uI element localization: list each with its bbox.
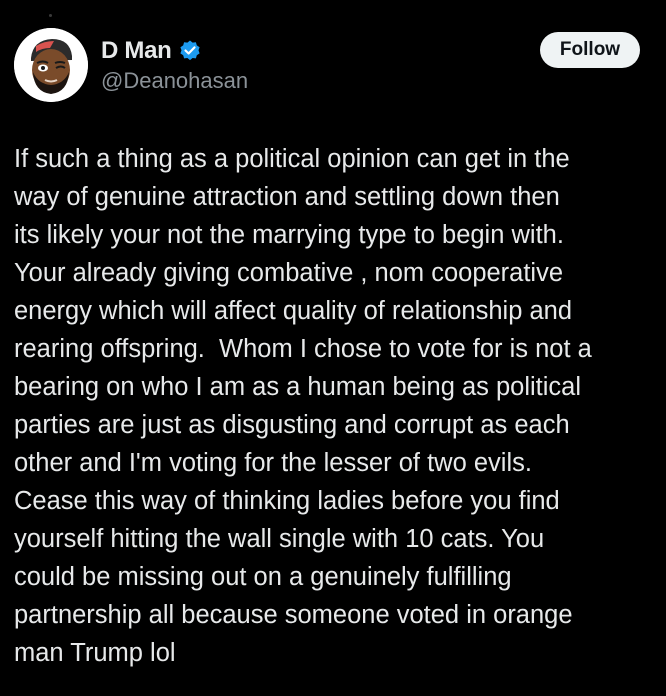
profile-avatar-bearded-man-icon	[14, 28, 88, 102]
scroll-indicator-dot	[49, 14, 52, 17]
verified-badge-icon	[178, 39, 202, 63]
name-row: D Man	[101, 36, 248, 66]
tweet-line: other and I'm voting for the lesser of t…	[14, 449, 532, 477]
author-block: D Man @Deanohasan	[101, 36, 248, 94]
tweet-line: yourself hitting the wall single with 10…	[14, 525, 545, 553]
tweet-line: parties are just as disgusting and corru…	[14, 411, 570, 439]
tweet-line: Your already giving combative , nom coop…	[14, 259, 564, 287]
tweet-line: rearing offspring. Whom I chose to vote …	[14, 335, 592, 363]
tweet-line: its likely your not the marrying type to…	[14, 221, 564, 249]
tweet-line: way of genuine attraction and settling d…	[14, 183, 560, 211]
tweet-header: D Man @Deanohasan Follow	[0, 18, 666, 118]
display-name[interactable]: D Man	[101, 37, 172, 65]
tweet-line: could be missing out on a genuinely fulf…	[14, 563, 512, 591]
avatar[interactable]	[14, 28, 88, 102]
tweet-text: If such a thing as a political opinion c…	[14, 140, 654, 672]
top-strip	[0, 0, 666, 18]
follow-button[interactable]: Follow	[540, 32, 640, 68]
tweet-line: bearing on who I am as a human being as …	[14, 373, 582, 401]
tweet-line: Cease this way of thinking ladies before…	[14, 487, 560, 515]
tweet-line: energy which will affect quality of rela…	[14, 297, 573, 325]
tweet-line: man Trump lol	[14, 639, 176, 667]
tweet-line: If such a thing as a political opinion c…	[14, 145, 570, 173]
handle[interactable]: @Deanohasan	[101, 68, 248, 94]
tweet-line: partnership all because someone voted in…	[14, 601, 573, 629]
